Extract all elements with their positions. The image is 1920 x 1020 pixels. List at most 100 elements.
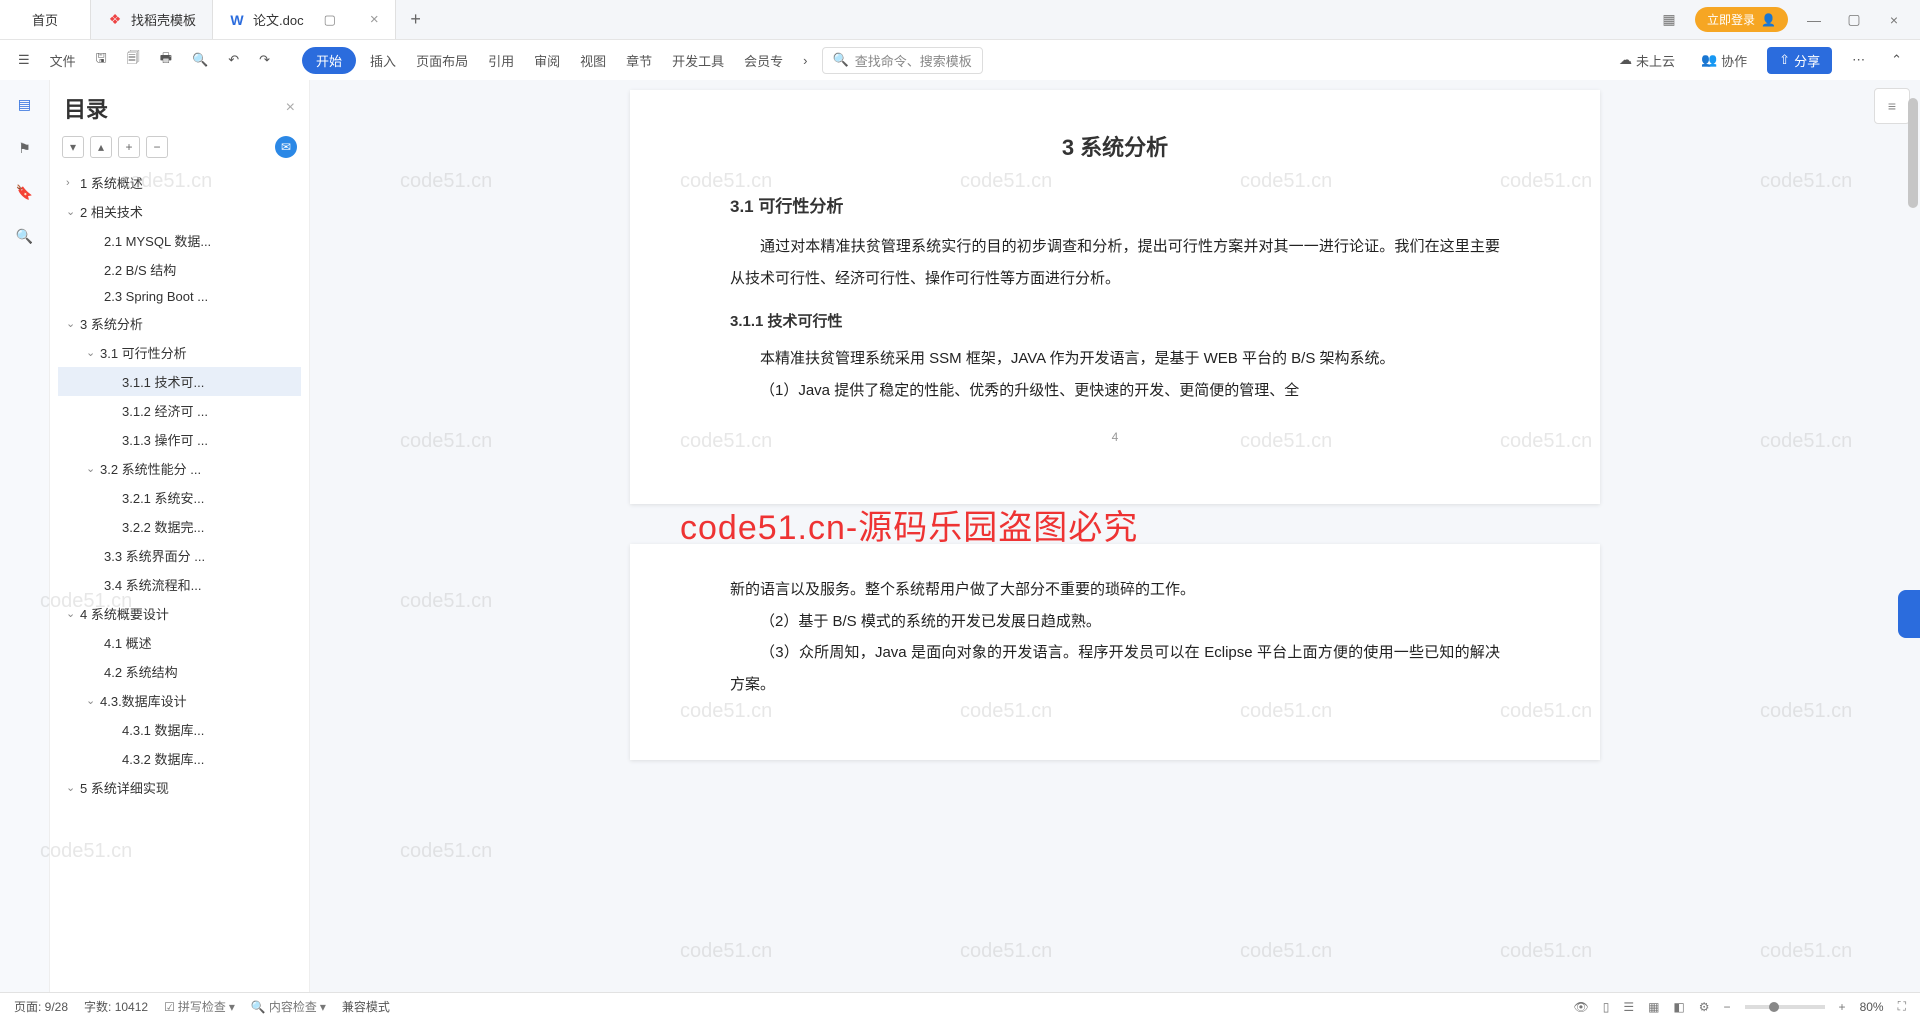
preview-icon[interactable]: 🔍 xyxy=(186,48,214,72)
toc-item[interactable]: ⌄2 相关技术 xyxy=(58,197,301,226)
save-icon[interactable]: 🖫 xyxy=(90,45,113,75)
menu-icon[interactable]: ☰ xyxy=(12,48,36,72)
toc-item-selected[interactable]: 3.1.1 技术可... xyxy=(58,367,301,396)
paragraph: 新的语言以及服务。整个系统帮用户做了大部分不重要的琐碎的工作。 xyxy=(730,574,1500,606)
save-as-icon[interactable]: 🗐 xyxy=(121,45,146,75)
view-page-icon[interactable]: ▯ xyxy=(1603,1000,1610,1014)
toc-item[interactable]: 4.1 概述 xyxy=(58,628,301,657)
zoom-out-icon[interactable]: − xyxy=(1724,1000,1731,1014)
toc-item[interactable]: 2.2 B/S 结构 xyxy=(58,255,301,284)
outline-icon[interactable]: ▤ xyxy=(13,92,37,116)
tab-devtools[interactable]: 开发工具 xyxy=(666,47,730,74)
page-number: 4 xyxy=(730,430,1500,444)
search-side-icon[interactable]: 🔍 xyxy=(13,224,37,248)
tab-home[interactable]: 首页 xyxy=(0,0,91,39)
zoom-value[interactable]: 80% xyxy=(1860,1000,1884,1014)
tab-start[interactable]: 开始 xyxy=(302,47,356,74)
minimize-icon[interactable]: — xyxy=(1800,6,1828,34)
page: 3 系统分析 3.1 可行性分析 通过对本精准扶贫管理系统实行的目的初步调查和分… xyxy=(630,90,1600,504)
toc-item[interactable]: ⌄5 系统详细实现 xyxy=(58,773,301,802)
fire-icon: ❖ xyxy=(107,12,123,28)
paragraph: （1）Java 提供了稳定的性能、优秀的升级性、更快速的开发、更简便的管理、全 xyxy=(730,375,1500,407)
vertical-scrollbar[interactable] xyxy=(1908,88,1918,984)
toc-item[interactable]: 2.3 Spring Boot ... xyxy=(58,284,301,309)
toc-item[interactable]: 2.1 MYSQL 数据... xyxy=(58,226,301,255)
content-check[interactable]: 🔍 内容检查 ▾ xyxy=(251,998,326,1015)
toc-item[interactable]: ⌄3.2 系统性能分 ... xyxy=(58,454,301,483)
toc-item[interactable]: 3.2.1 系统安... xyxy=(58,483,301,512)
reading-mode-icon[interactable]: 👁 xyxy=(1573,1000,1588,1014)
close-icon[interactable]: × xyxy=(370,11,379,28)
monitor-icon[interactable]: ▢ xyxy=(324,12,336,28)
toc-item[interactable]: 4.3.2 数据库... xyxy=(58,744,301,773)
login-button[interactable]: 立即登录👤 xyxy=(1695,7,1788,32)
paragraph: 通过对本精准扶贫管理系统实行的目的初步调查和分析，提出可行性方案并对其一一进行论… xyxy=(730,231,1500,294)
spell-check[interactable]: ☑ 拼写检查 ▾ xyxy=(164,998,235,1015)
close-window-icon[interactable]: × xyxy=(1880,6,1908,34)
ai-panel-toggle[interactable]: ≡ xyxy=(1874,88,1910,124)
add-heading-icon[interactable]: + xyxy=(118,136,140,158)
scrollbar-thumb[interactable] xyxy=(1908,98,1918,208)
toc-item[interactable]: ⌄3.1 可行性分析 xyxy=(58,338,301,367)
tab-doc[interactable]: W 论文.doc ▢ × xyxy=(213,0,396,39)
toc-item[interactable]: ⌄3 系统分析 xyxy=(58,309,301,338)
tab-review[interactable]: 审阅 xyxy=(528,47,566,74)
heading-311: 3.1.1 技术可行性 xyxy=(730,310,1500,331)
tab-insert[interactable]: 插入 xyxy=(364,47,402,74)
more-icon[interactable]: ⋯ xyxy=(1846,48,1871,72)
tab-view[interactable]: 视图 xyxy=(574,47,612,74)
paragraph: （3）众所周知，Java 是面向对象的开发语言。程序开发员可以在 Eclipse… xyxy=(730,637,1500,700)
redo-icon[interactable]: ↷ xyxy=(253,48,276,72)
status-page: 页面: 9/28 xyxy=(14,998,68,1015)
tab-ref[interactable]: 引用 xyxy=(482,47,520,74)
paragraph: 本精准扶贫管理系统采用 SSM 框架，JAVA 作为开发语言，是基于 WEB 平… xyxy=(730,343,1500,375)
apps-icon[interactable]: ▦ xyxy=(1655,6,1683,34)
collapse-down-icon[interactable]: ▾ xyxy=(62,136,84,158)
bookmark-icon[interactable]: 🔖 xyxy=(13,180,37,204)
toc-item[interactable]: 4.2 系统结构 xyxy=(58,657,301,686)
tab-add[interactable]: + xyxy=(396,0,436,39)
page: 新的语言以及服务。整个系统帮用户做了大部分不重要的琐碎的工作。 （2）基于 B/… xyxy=(630,544,1600,760)
outline-title: 目录 xyxy=(64,92,108,124)
remove-heading-icon[interactable]: − xyxy=(146,136,168,158)
settings-icon[interactable]: ⚙ xyxy=(1699,1000,1710,1014)
file-menu[interactable]: 文件 xyxy=(44,47,82,74)
undo-icon[interactable]: ↶ xyxy=(222,48,245,72)
toc-item[interactable]: ⌄4.3.数据库设计 xyxy=(58,686,301,715)
view-web-icon[interactable]: ▦ xyxy=(1648,1000,1659,1014)
collapse-up-icon[interactable]: ▴ xyxy=(90,136,112,158)
toc-item[interactable]: 3.2.2 数据完... xyxy=(58,512,301,541)
heading-31: 3.1 可行性分析 xyxy=(730,192,1500,217)
toc-item[interactable]: ›1 系统概述 xyxy=(58,168,301,197)
tab-section[interactable]: 章节 xyxy=(620,47,658,74)
maximize-icon[interactable]: ▢ xyxy=(1840,6,1868,34)
tab-member[interactable]: 会员专 xyxy=(738,47,789,74)
cloud-status[interactable]: ☁ 未上云 xyxy=(1613,47,1681,74)
zoom-in-icon[interactable]: + xyxy=(1839,1000,1846,1014)
view-outline-icon[interactable]: ☰ xyxy=(1623,1000,1634,1014)
more-right-icon[interactable]: › xyxy=(797,49,813,72)
outline-panel: 目录 × ▾ ▴ + − ✉ ›1 系统概述 ⌄2 相关技术 2.1 MYSQL… xyxy=(50,80,310,992)
toc-item[interactable]: 4.3.1 数据库... xyxy=(58,715,301,744)
chat-icon[interactable]: ✉ xyxy=(275,136,297,158)
command-search[interactable]: 🔍 查找命令、搜索模板 xyxy=(822,47,983,74)
toc-item[interactable]: 3.1.3 操作可 ... xyxy=(58,425,301,454)
share-button[interactable]: ⇧ 分享 xyxy=(1767,47,1832,74)
watermark-red: code51.cn-源码乐园盗图必究 xyxy=(680,500,1138,549)
collab-button[interactable]: 👥 协作 xyxy=(1695,47,1753,74)
print-icon[interactable]: 🖶 xyxy=(154,45,178,75)
toc-item[interactable]: 3.1.2 经济可 ... xyxy=(58,396,301,425)
caret-icon[interactable]: ⌃ xyxy=(1885,48,1908,72)
heading-3: 3 系统分析 xyxy=(730,130,1500,162)
tag-icon[interactable]: ⚑ xyxy=(13,136,37,160)
view-read-icon[interactable]: ◧ xyxy=(1673,1000,1684,1014)
toc-item[interactable]: 3.4 系统流程和... xyxy=(58,570,301,599)
status-words: 字数: 10412 xyxy=(84,998,148,1015)
zoom-slider[interactable] xyxy=(1745,1005,1825,1009)
fullscreen-icon[interactable]: ⛶ xyxy=(1898,999,1906,1014)
outline-close-icon[interactable]: × xyxy=(286,99,295,117)
tab-template[interactable]: ❖ 找稻壳模板 xyxy=(91,0,213,39)
toc-item[interactable]: 3.3 系统界面分 ... xyxy=(58,541,301,570)
tab-layout[interactable]: 页面布局 xyxy=(410,47,474,74)
toc-item[interactable]: ⌄4 系统概要设计 xyxy=(58,599,301,628)
